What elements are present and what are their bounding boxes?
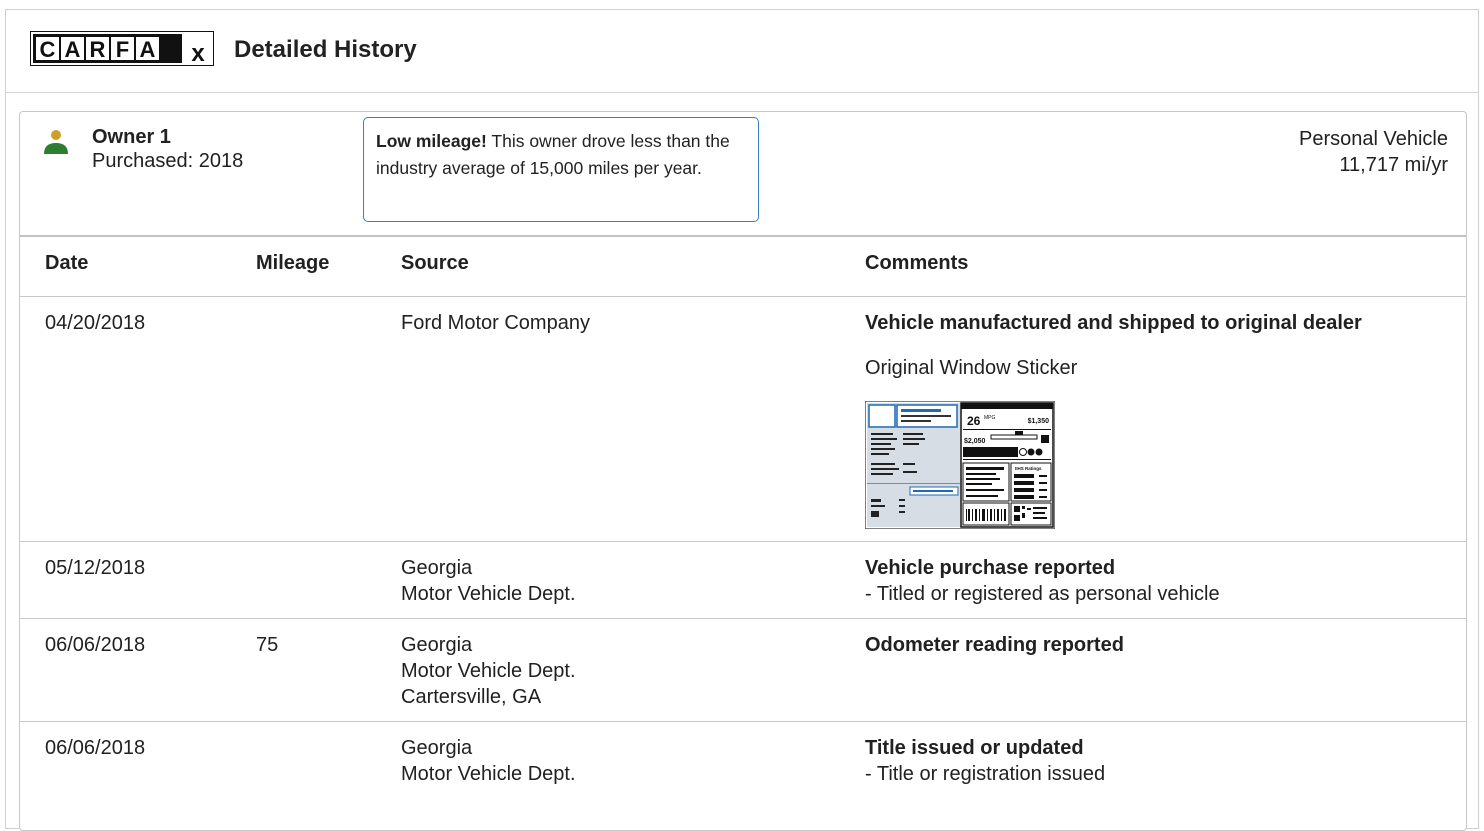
person-icon bbox=[44, 130, 68, 154]
row-source: Georgia Motor Vehicle Dept. bbox=[401, 735, 576, 787]
svg-text:A: A bbox=[65, 37, 81, 62]
column-comments: Comments bbox=[865, 252, 969, 274]
row-date: 04/20/2018 bbox=[45, 312, 146, 334]
row-source-line: Motor Vehicle Dept. bbox=[401, 583, 576, 605]
page-title: Detailed History bbox=[234, 36, 417, 63]
row-source-line: Motor Vehicle Dept. bbox=[401, 660, 576, 682]
svg-text:C: C bbox=[40, 37, 56, 62]
history-table: Date Mileage Source Comments 04/20/2018 … bbox=[20, 235, 1466, 812]
svg-text:F: F bbox=[116, 37, 129, 62]
row-comment-detail: - Titled or registered as personal vehic… bbox=[865, 583, 1220, 605]
row-comment-title: Vehicle purchase reported bbox=[865, 557, 1116, 579]
window-sticker-label[interactable]: Original Window Sticker bbox=[865, 357, 1077, 380]
sticker-save: $1,350 bbox=[1028, 418, 1050, 425]
row-source-line: Georgia bbox=[401, 737, 473, 759]
usage-type: Personal Vehicle bbox=[1299, 128, 1448, 150]
row-source: Georgia Motor Vehicle Dept. bbox=[401, 555, 576, 607]
row-comment: Title issued or updated - Title or regis… bbox=[865, 735, 1105, 787]
row-date: 06/06/2018 bbox=[45, 634, 146, 656]
owner-purchased: Purchased: 2018 bbox=[92, 150, 244, 172]
row-source-line: Motor Vehicle Dept. bbox=[401, 763, 576, 785]
row-comment-detail: - Title or registration issued bbox=[865, 763, 1106, 785]
column-source: Source bbox=[401, 252, 469, 274]
usage-miles: 11,717 mi/yr bbox=[1339, 154, 1448, 176]
window-sticker-thumbnail[interactable]: 26 MPG $1,350 $2,050 IIHS Ratings bbox=[865, 401, 1055, 529]
detailed-history-frame: C A R F A x Detailed History Owner 1 Pur… bbox=[5, 9, 1479, 831]
column-mileage: Mileage bbox=[256, 252, 330, 274]
notice-title: Low mileage! bbox=[376, 131, 487, 151]
row-date: 06/06/2018 bbox=[45, 737, 146, 759]
vehicle-usage: Personal Vehicle 11,717 mi/yr bbox=[1299, 126, 1448, 178]
svg-text:A: A bbox=[140, 37, 156, 62]
table-header: Date Mileage Source Comments bbox=[20, 237, 1466, 297]
row-date: 05/12/2018 bbox=[45, 557, 146, 579]
sticker-ratings: IIHS Ratings bbox=[1015, 466, 1042, 471]
table-row: 06/06/2018 Georgia Motor Vehicle Dept. T… bbox=[20, 722, 1466, 812]
row-source: Ford Motor Company bbox=[401, 312, 590, 334]
row-comment-title: Vehicle manufactured and shipped to orig… bbox=[865, 312, 1362, 334]
row-source-line: Georgia bbox=[401, 557, 473, 579]
table-row: 05/12/2018 Georgia Motor Vehicle Dept. V… bbox=[20, 542, 1466, 619]
low-mileage-notice: Low mileage! This owner drove less than … bbox=[363, 117, 759, 222]
sticker-mpg-unit: MPG bbox=[984, 415, 996, 421]
row-source-line: Georgia bbox=[401, 634, 473, 656]
table-row: 06/06/2018 75 Georgia Motor Vehicle Dept… bbox=[20, 619, 1466, 722]
page-header: C A R F A x Detailed History bbox=[6, 10, 1478, 93]
row-source-line: Cartersville, GA bbox=[401, 686, 542, 708]
svg-text:R: R bbox=[90, 37, 106, 62]
row-mileage: 75 bbox=[256, 634, 279, 656]
sticker-mpg: 26 bbox=[967, 414, 981, 428]
row-comment-title: Title issued or updated bbox=[865, 737, 1084, 759]
owner-name: Owner 1 bbox=[92, 126, 171, 148]
row-source: Georgia Motor Vehicle Dept. Cartersville… bbox=[401, 632, 576, 710]
svg-text:x: x bbox=[191, 40, 205, 66]
table-row: 04/20/2018 Ford Motor Company Vehicle ma… bbox=[20, 297, 1466, 542]
row-comment-title: Odometer reading reported bbox=[865, 634, 1124, 656]
owner-card: Owner 1 Purchased: 2018 Low mileage! Thi… bbox=[19, 111, 1467, 831]
sticker-cost: $2,050 bbox=[964, 438, 986, 445]
carfax-logo: C A R F A x bbox=[30, 31, 214, 66]
row-comment: Vehicle purchase reported - Titled or re… bbox=[865, 555, 1220, 607]
column-date: Date bbox=[45, 252, 89, 274]
